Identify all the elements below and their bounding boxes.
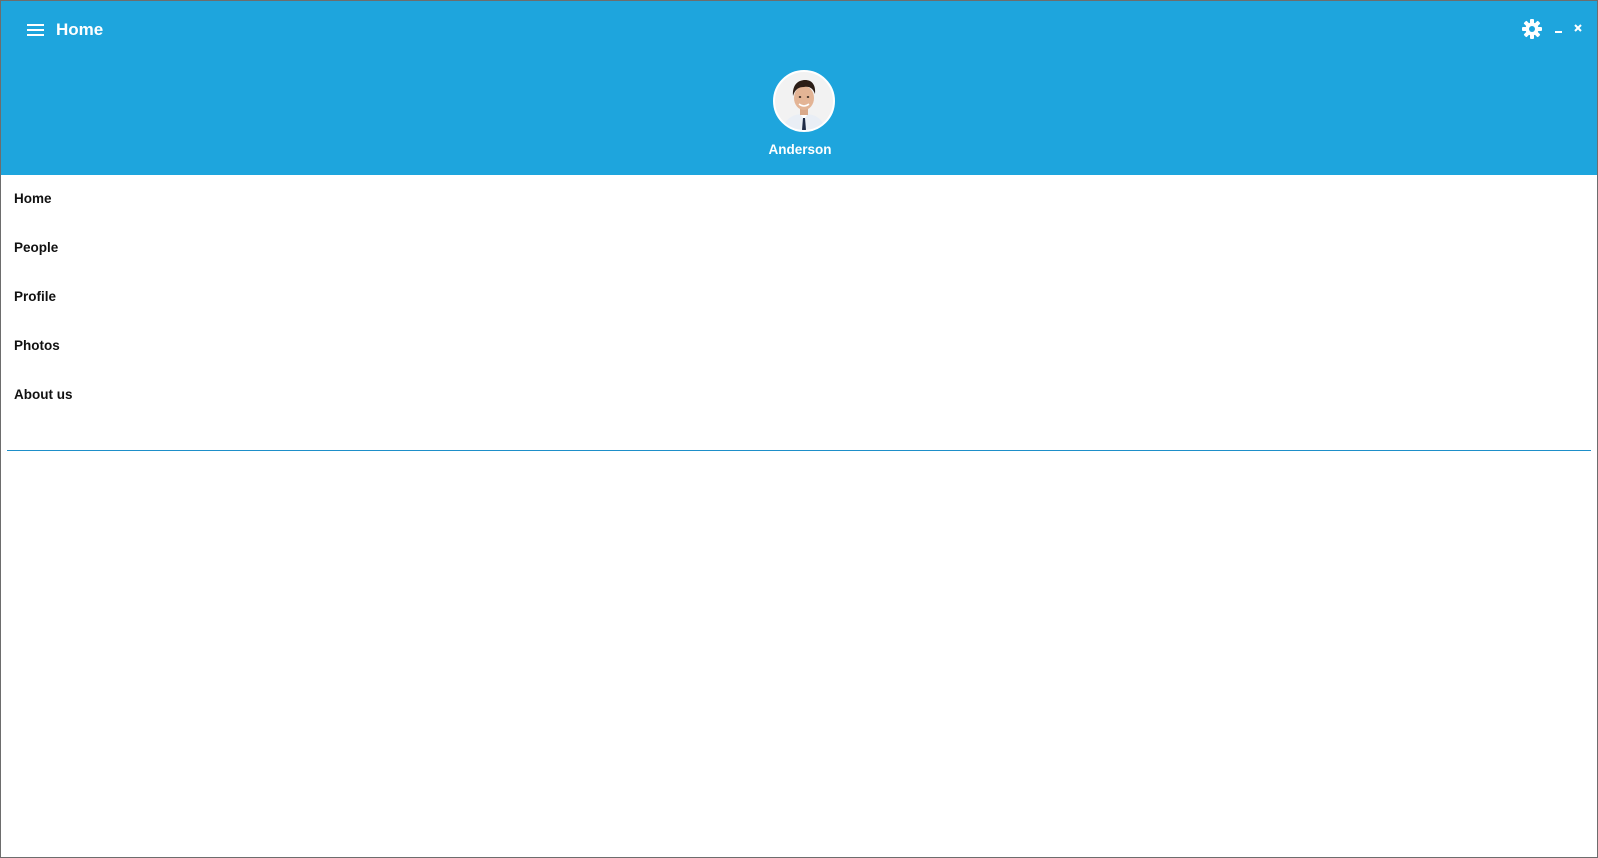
close-button[interactable] — [1571, 19, 1587, 39]
hamburger-menu-button[interactable] — [25, 21, 47, 39]
app-window: Home Anderson Home People Profile Photos… — [0, 0, 1598, 858]
nav-item-home[interactable]: Home — [7, 175, 1591, 225]
gear-icon — [1522, 19, 1542, 39]
nav-item-label: Home — [14, 191, 52, 206]
nav-item-about-us[interactable]: About us — [7, 371, 1591, 421]
minimize-icon — [1555, 31, 1562, 33]
hamburger-menu-icon — [27, 24, 44, 36]
nav-item-people[interactable]: People — [7, 224, 1591, 274]
nav-item-label: About us — [14, 387, 73, 402]
header-bar: Home Anderson — [1, 1, 1597, 175]
nav-item-label: People — [14, 240, 59, 255]
user-name: Anderson — [768, 142, 832, 157]
nav-item-label: Profile — [14, 289, 57, 304]
settings-button[interactable] — [1521, 18, 1543, 40]
navigation-menu: Home People Profile Photos About us — [7, 175, 1591, 451]
nav-item-label: Photos — [14, 338, 60, 353]
nav-item-profile[interactable]: Profile — [7, 273, 1591, 323]
user-avatar-photo — [775, 72, 833, 130]
minimize-button[interactable] — [1551, 19, 1567, 39]
close-icon — [1574, 24, 1582, 32]
window-title: Home — [56, 20, 104, 39]
nav-item-photos[interactable]: Photos — [7, 322, 1591, 372]
avatar — [773, 70, 835, 132]
